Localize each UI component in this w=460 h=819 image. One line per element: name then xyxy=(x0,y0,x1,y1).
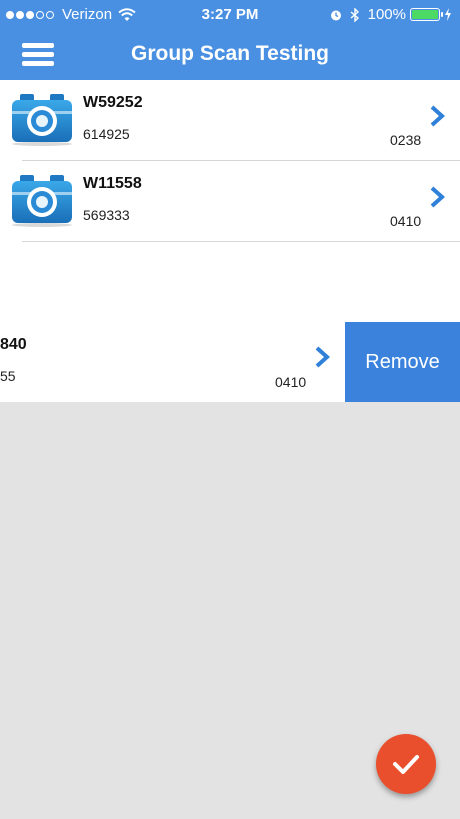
item-code: 0410 xyxy=(390,213,422,229)
checkmark-icon xyxy=(393,755,419,774)
bluetooth-icon xyxy=(350,7,359,22)
battery-nub xyxy=(441,12,443,17)
status-bar: Verizon 3:27 PM 100% xyxy=(0,0,460,30)
list-item-swiped[interactable]: 840 55 0410 Remove xyxy=(0,322,460,402)
camera-icon xyxy=(12,175,72,227)
chevron-right-icon xyxy=(430,186,445,208)
header: Verizon 3:27 PM 100% Group Scan Testing xyxy=(0,0,460,80)
chevron-right-icon xyxy=(430,105,445,127)
item-title: 840 xyxy=(0,336,27,353)
list-item[interactable]: W11558 569333 0410 xyxy=(0,161,460,242)
item-subtitle: 569333 xyxy=(83,207,130,223)
item-title: W59252 xyxy=(83,94,143,111)
item-subtitle: 614925 xyxy=(83,126,130,142)
camera-icon xyxy=(12,94,72,146)
chevron-right-icon xyxy=(315,346,330,368)
row-divider xyxy=(22,241,460,242)
status-right: 100% xyxy=(330,6,452,23)
nav-bar: Group Scan Testing xyxy=(0,30,460,80)
scan-list: W59252 614925 0238 W11558 569333 0410 84… xyxy=(0,80,460,402)
list-item[interactable]: W59252 614925 0238 xyxy=(0,80,460,161)
remove-button[interactable]: Remove xyxy=(345,322,460,402)
battery-percentage: 100% xyxy=(367,6,406,23)
battery-level-fill xyxy=(412,10,438,19)
app-screen: Verizon 3:27 PM 100% Group Scan Testing … xyxy=(0,0,460,819)
confirm-button[interactable] xyxy=(376,734,436,794)
item-subtitle: 55 xyxy=(0,368,16,384)
item-code: 0410 xyxy=(275,374,307,390)
item-title: W11558 xyxy=(83,175,142,192)
alarm-clock-icon xyxy=(330,10,341,20)
item-code: 0238 xyxy=(390,132,422,148)
charging-bolt-icon xyxy=(445,8,451,21)
swiped-row-content[interactable]: 840 55 0410 xyxy=(0,322,377,402)
page-title: Group Scan Testing xyxy=(131,42,329,65)
battery-icon xyxy=(410,8,443,21)
